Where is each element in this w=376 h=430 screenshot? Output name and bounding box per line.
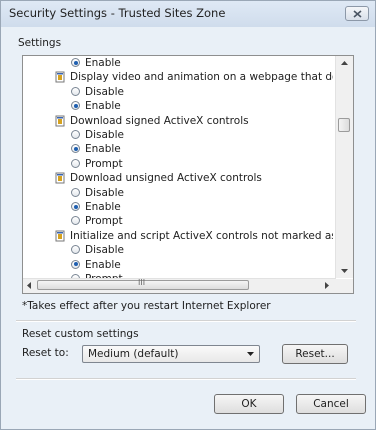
close-button[interactable] xyxy=(345,6,369,21)
radio-unchecked-icon[interactable] xyxy=(71,216,80,226)
restart-note: *Takes effect after you restart Internet… xyxy=(22,300,271,312)
radio-option-label: Enable xyxy=(85,57,121,69)
settings-list: Enable Display video and animation on a w… xyxy=(23,56,333,278)
radio-unchecked-icon[interactable] xyxy=(71,130,80,139)
settings-page-icon xyxy=(55,71,65,83)
radio-option-label: Enable xyxy=(85,201,121,213)
radio-checked-icon[interactable] xyxy=(71,144,80,154)
radio-unchecked-icon[interactable] xyxy=(71,245,80,255)
reset-level-dropdown[interactable]: Medium (default) xyxy=(82,345,260,363)
radio-option-label: Disable xyxy=(85,129,124,141)
radio-checked-icon[interactable] xyxy=(71,202,80,211)
window-title: Security Settings - Trusted Sites Zone xyxy=(9,6,226,20)
divider-top xyxy=(16,320,356,322)
settings-tree: Enable Display video and animation on a w… xyxy=(22,55,354,294)
reset-to-label: Reset to: xyxy=(22,347,69,359)
title-bar[interactable]: Security Settings - Trusted Sites Zone xyxy=(1,1,375,27)
setting-group-label: Initialize and script ActiveX controls n… xyxy=(70,229,333,242)
scroll-up-icon[interactable] xyxy=(341,61,348,65)
scroll-corner xyxy=(336,279,353,293)
scroll-grip-icon: III xyxy=(138,278,146,287)
radio-option-label: Enable xyxy=(85,258,121,271)
radio-unchecked-icon[interactable] xyxy=(71,158,80,168)
setting-group-label: Display video and animation on a webpage… xyxy=(70,71,333,84)
radio-option-label: Enable xyxy=(85,143,121,156)
setting-group-label: Download signed ActiveX controls xyxy=(70,114,249,127)
settings-label: Settings xyxy=(18,37,62,49)
reset-level-value: Medium (default) xyxy=(88,348,179,360)
vertical-scroll-thumb[interactable] xyxy=(338,118,350,132)
cancel-button[interactable]: Cancel xyxy=(296,394,366,414)
radio-option-label: Disable xyxy=(85,85,124,98)
settings-page-icon xyxy=(55,172,65,184)
ok-button[interactable]: OK xyxy=(214,394,284,414)
scroll-right-icon[interactable] xyxy=(325,282,329,289)
radio-option-label: Disable xyxy=(85,244,124,257)
scroll-left-icon[interactable] xyxy=(27,282,31,289)
settings-page-icon xyxy=(55,230,65,242)
horizontal-scroll-thumb[interactable]: III xyxy=(37,278,249,290)
setting-group-label: Download unsigned ActiveX controls xyxy=(70,172,262,185)
reset-heading: Reset custom settings xyxy=(22,328,139,340)
scroll-down-icon[interactable] xyxy=(341,269,348,273)
close-icon xyxy=(353,10,362,18)
reset-button[interactable]: Reset... xyxy=(282,344,348,364)
radio-option-label: Prompt xyxy=(85,215,123,228)
horizontal-scrollbar[interactable]: III xyxy=(23,278,336,293)
radio-checked-icon[interactable] xyxy=(71,101,80,111)
radio-checked-icon[interactable] xyxy=(71,259,80,269)
radio-unchecked-icon[interactable] xyxy=(71,187,80,197)
radio-checked-icon[interactable] xyxy=(71,58,80,67)
vertical-scrollbar[interactable] xyxy=(335,56,353,278)
radio-option-label: Disable xyxy=(85,186,124,199)
divider-bottom xyxy=(16,378,356,380)
radio-option-label: Prompt xyxy=(85,157,123,170)
chevron-down-icon xyxy=(247,352,254,356)
settings-page-icon xyxy=(55,115,65,127)
radio-option-label: Enable xyxy=(85,100,121,113)
radio-unchecked-icon[interactable] xyxy=(71,86,80,96)
